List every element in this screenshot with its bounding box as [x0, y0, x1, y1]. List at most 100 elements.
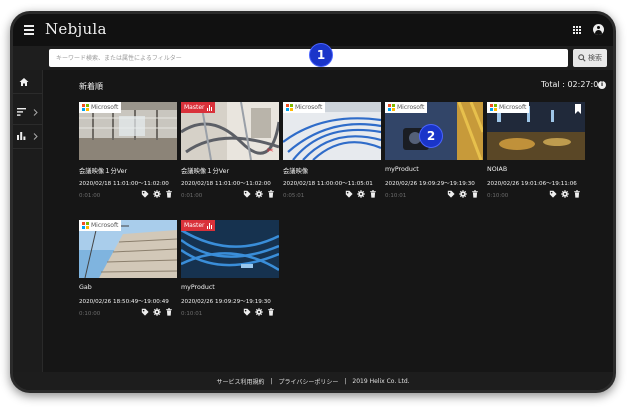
- card-actions: [141, 308, 173, 316]
- microsoft-badge: Microsoft: [79, 102, 122, 113]
- home-icon: [19, 78, 29, 86]
- video-duration: 0:10:01: [181, 311, 203, 317]
- microsoft-badge: Microsoft: [487, 102, 530, 113]
- video-thumbnail[interactable]: Microsoft: [79, 102, 177, 160]
- sidebar: [13, 70, 43, 372]
- video-thumbnail[interactable]: Microsoft: [79, 220, 177, 278]
- video-thumbnail[interactable]: Master ✂: [181, 102, 279, 160]
- video-timestamp: 2020/02/26 19:01:06〜19:11:06: [487, 181, 577, 187]
- tag-icon[interactable]: [141, 308, 149, 316]
- microsoft-badge: Microsoft: [385, 102, 428, 113]
- footer: サービス利用規約 | プライバシーポリシー | 2019 Helix Co. L…: [13, 372, 613, 390]
- video-card[interactable]: Microsoft 会議映像１分Ver 2020/02/18 11:01:00〜…: [79, 102, 177, 214]
- master-badge-label: Master: [184, 104, 205, 111]
- bar-chart-icon: [17, 132, 26, 140]
- video-card[interactable]: Master ✂ 会議映像１分Ver 2020/02/18 11:01:00〜1…: [181, 102, 279, 214]
- terms-link[interactable]: サービス利用規約: [216, 377, 264, 386]
- chevron-right-icon: [33, 133, 38, 140]
- tag-icon[interactable]: [141, 190, 149, 198]
- video-thumbnail[interactable]: Master: [181, 220, 279, 278]
- video-card[interactable]: Master myProduct 2020/02/26 19:09:29〜19:…: [181, 220, 279, 332]
- sidebar-item-analytics[interactable]: [13, 125, 43, 149]
- video-title[interactable]: myProduct: [181, 284, 279, 291]
- sort-icon: [17, 108, 26, 116]
- sidebar-item-home[interactable]: [13, 70, 43, 94]
- video-duration: 0:10:00: [79, 311, 101, 317]
- microsoft-badge: Microsoft: [79, 220, 122, 231]
- search-button[interactable]: 検索: [573, 49, 607, 67]
- trash-icon[interactable]: [165, 190, 173, 198]
- master-badge: Master: [181, 220, 215, 231]
- search-button-label: 検索: [588, 55, 602, 62]
- account-icon[interactable]: [593, 24, 604, 35]
- video-duration: 0:10:01: [385, 193, 407, 199]
- card-actions: [549, 190, 581, 198]
- app-header: Nebjula: [13, 14, 613, 46]
- video-card[interactable]: Microsoft Gab 2020/02/26 18:50:49〜19:00:…: [79, 220, 177, 332]
- microsoft-badge-label: Microsoft: [91, 104, 119, 111]
- app-screen: Nebjula 検索: [13, 14, 613, 390]
- microsoft-logo-icon: [388, 104, 395, 111]
- gear-icon[interactable]: [459, 190, 467, 198]
- gear-icon[interactable]: [153, 308, 161, 316]
- video-thumbnail[interactable]: Microsoft: [283, 102, 381, 160]
- tag-icon[interactable]: [549, 190, 557, 198]
- video-duration: 0:10:00: [487, 193, 509, 199]
- total-duration: Total : 02:27:04: [541, 80, 604, 89]
- gear-icon[interactable]: [255, 190, 263, 198]
- video-card[interactable]: Microsoft NOIAB 2020/02/26 19:01:06〜19:1…: [487, 102, 585, 214]
- video-title[interactable]: NOIAB: [487, 166, 585, 173]
- bar-chart-icon: [206, 222, 212, 229]
- microsoft-badge: Microsoft: [283, 102, 326, 113]
- privacy-link[interactable]: プライバシーポリシー: [278, 377, 338, 386]
- sidebar-item-sort[interactable]: [13, 101, 43, 125]
- tablet-frame: Nebjula 検索: [10, 11, 616, 393]
- video-timestamp: 2020/02/18 11:01:00〜11:02:00: [79, 181, 169, 187]
- video-thumbnail[interactable]: Microsoft: [487, 102, 585, 160]
- callout-marker-2: 2: [419, 124, 443, 148]
- tag-icon[interactable]: [345, 190, 353, 198]
- microsoft-badge-label: Microsoft: [397, 104, 425, 111]
- video-title[interactable]: Gab: [79, 284, 177, 291]
- trash-icon[interactable]: [369, 190, 377, 198]
- section-title: 新着順: [79, 82, 103, 91]
- video-title[interactable]: myProduct: [385, 166, 483, 173]
- tag-icon[interactable]: [243, 190, 251, 198]
- video-card[interactable]: Microsoft 会議映像 2020/02/18 11:00:00〜11:05…: [283, 102, 381, 214]
- callout-marker-1: 1: [309, 43, 333, 67]
- info-icon[interactable]: i: [598, 81, 606, 89]
- video-card[interactable]: Microsoft myProduct 2020/02/26 19:09:29〜…: [385, 102, 483, 214]
- tag-icon[interactable]: [243, 308, 251, 316]
- trash-icon[interactable]: [573, 190, 581, 198]
- microsoft-badge-label: Microsoft: [295, 104, 323, 111]
- video-duration: 0:01:00: [79, 193, 101, 199]
- video-title[interactable]: 会議映像: [283, 166, 381, 175]
- app-logo[interactable]: Nebjula: [45, 20, 107, 38]
- video-timestamp: 2020/02/26 18:50:49〜19:00:49: [79, 299, 169, 305]
- gear-icon[interactable]: [255, 308, 263, 316]
- apps-grid-icon[interactable]: [573, 26, 581, 34]
- video-duration: 0:01:00: [181, 193, 203, 199]
- card-actions: [243, 308, 275, 316]
- gear-icon[interactable]: [357, 190, 365, 198]
- microsoft-logo-icon: [82, 222, 89, 229]
- microsoft-logo-icon: [286, 104, 293, 111]
- menu-icon[interactable]: [24, 25, 34, 35]
- video-title[interactable]: 会議映像１分Ver: [79, 166, 177, 175]
- trash-icon[interactable]: [267, 190, 275, 198]
- video-timestamp: 2020/02/26 19:09:29〜19:19:30: [385, 181, 475, 187]
- video-title[interactable]: 会議映像１分Ver: [181, 166, 279, 175]
- microsoft-badge-label: Microsoft: [91, 222, 119, 229]
- trash-icon[interactable]: [471, 190, 479, 198]
- trash-icon[interactable]: [165, 308, 173, 316]
- microsoft-logo-icon: [82, 104, 89, 111]
- card-actions: [345, 190, 377, 198]
- gear-icon[interactable]: [561, 190, 569, 198]
- trash-icon[interactable]: [267, 308, 275, 316]
- tag-icon[interactable]: [447, 190, 455, 198]
- footer-separator: |: [270, 377, 273, 385]
- video-timestamp: 2020/02/18 11:01:00〜11:02:00: [181, 181, 271, 187]
- gear-icon[interactable]: [153, 190, 161, 198]
- video-timestamp: 2020/02/18 11:00:00〜11:05:01: [283, 181, 373, 187]
- scissors-icon: ✂: [267, 146, 274, 155]
